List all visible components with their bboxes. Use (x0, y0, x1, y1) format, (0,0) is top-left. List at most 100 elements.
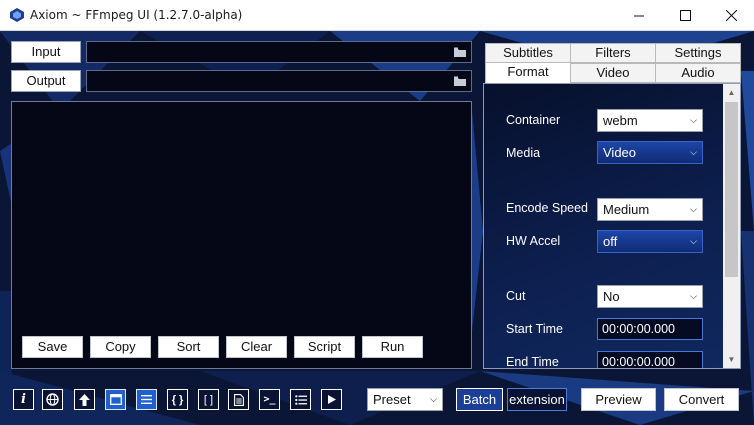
hw-accel-select[interactable]: off ⌵ (597, 230, 703, 253)
end-time-value: 00:00:00.000 (602, 355, 675, 369)
tab-settings-label: Settings (674, 45, 722, 60)
tab-video[interactable]: Video (570, 63, 656, 83)
container-value: webm (603, 113, 638, 128)
maximize-button[interactable] (662, 0, 708, 31)
scrollbar-thumb[interactable] (725, 102, 738, 277)
copy-button[interactable]: Copy (90, 336, 151, 358)
folder-icon[interactable] (454, 76, 466, 86)
output-button[interactable]: Output (11, 70, 81, 92)
batch-toggle[interactable]: Batch (456, 388, 503, 411)
run-button[interactable]: Run (362, 336, 423, 358)
log-button[interactable] (228, 389, 249, 410)
script-label: Script (307, 339, 342, 354)
input-label: Input (31, 44, 61, 59)
brackets-icon: [ ] (203, 393, 214, 406)
minimize-button[interactable] (616, 0, 662, 31)
app-logo-icon (10, 8, 24, 22)
tab-subtitles-label: Subtitles (503, 45, 553, 60)
document-icon (233, 393, 244, 406)
tab-format[interactable]: Format (485, 62, 571, 83)
minimize-icon (633, 15, 644, 17)
sort-button[interactable]: Sort (158, 336, 219, 358)
list-icon (294, 394, 307, 405)
preview-label: Preview (595, 392, 642, 407)
preset-select[interactable]: Preset ⌵ (367, 388, 443, 411)
close-button[interactable] (708, 0, 754, 31)
extension-value: extension (509, 392, 565, 407)
chevron-down-icon: ⌵ (430, 394, 437, 404)
play-icon (327, 395, 336, 404)
input-path-field[interactable] (86, 41, 472, 63)
tab-filters[interactable]: Filters (570, 43, 656, 63)
container-select[interactable]: webm ⌵ (597, 109, 703, 132)
update-button[interactable] (74, 389, 95, 410)
braces-button[interactable]: { } (167, 389, 188, 410)
panel-scrollbar[interactable]: ▲ ▼ (723, 84, 740, 368)
start-time-label: Start Time (506, 322, 563, 336)
menu-button[interactable] (136, 389, 157, 410)
menu-icon (141, 395, 152, 404)
save-button[interactable]: Save (22, 336, 83, 358)
media-value: Video (603, 145, 637, 160)
scroll-down-icon[interactable]: ▼ (723, 351, 740, 368)
input-button[interactable]: Input (11, 41, 81, 63)
save-label: Save (37, 339, 68, 354)
sort-label: Sort (176, 339, 201, 354)
info-icon: i (21, 392, 26, 407)
encode-speed-select[interactable]: Medium ⌵ (597, 198, 703, 221)
scroll-up-icon[interactable]: ▲ (723, 84, 740, 101)
folder-icon[interactable] (454, 47, 466, 57)
tab-audio[interactable]: Audio (655, 63, 741, 83)
chevron-down-icon: ⌵ (690, 147, 697, 157)
copy-label: Copy (105, 339, 136, 354)
window-icon (109, 394, 122, 405)
tab-video-label: Video (596, 65, 630, 80)
clear-button[interactable]: Clear (226, 336, 287, 358)
terminal-icon: >_ (263, 394, 276, 405)
hw-accel-label: HW Accel (506, 234, 561, 248)
chevron-down-icon: ⌵ (690, 236, 697, 246)
globe-icon (46, 393, 59, 406)
encode-speed-label: Encode Speed (506, 201, 589, 215)
convert-button[interactable]: Convert (664, 388, 739, 411)
preset-value: Preset (373, 392, 411, 407)
preview-button[interactable]: Preview (581, 388, 656, 411)
format-panel: Container webm ⌵ Media Video ⌵ Encode Sp… (483, 83, 741, 369)
window-mode-button[interactable] (105, 389, 126, 410)
maximize-icon (679, 10, 691, 21)
tab-filters-label: Filters (595, 45, 631, 60)
end-time-input[interactable]: 00:00:00.000 (597, 351, 703, 369)
chevron-down-icon: ⌵ (690, 204, 697, 214)
hw-accel-value: off (603, 234, 618, 249)
batch-label: Batch (462, 392, 497, 407)
title-bar: Axiom ~ FFmpeg UI (1.2.7.0-alpha) (0, 0, 754, 31)
cut-label: Cut (506, 289, 526, 303)
tab-settings[interactable]: Settings (655, 43, 741, 63)
tab-subtitles[interactable]: Subtitles (485, 43, 571, 63)
tab-audio-label: Audio (681, 65, 715, 80)
close-icon (725, 10, 737, 21)
info-button[interactable]: i (13, 389, 34, 410)
script-button[interactable]: Script (294, 336, 355, 358)
brackets-button[interactable]: [ ] (198, 389, 219, 410)
extension-input[interactable]: extension (507, 388, 567, 411)
media-label: Media (506, 146, 541, 160)
cut-value: No (603, 289, 620, 304)
braces-icon: { } (171, 393, 184, 406)
console-output[interactable] (11, 101, 472, 369)
website-button[interactable] (42, 389, 63, 410)
media-select[interactable]: Video ⌵ (597, 141, 703, 164)
play-button[interactable] (321, 389, 342, 410)
terminal-button[interactable]: >_ (259, 389, 280, 410)
output-label: Output (26, 73, 66, 88)
container-label: Container (506, 113, 561, 127)
start-time-input[interactable]: 00:00:00.000 (597, 318, 703, 340)
clear-label: Clear (240, 339, 273, 354)
run-label: Run (380, 339, 405, 354)
encode-speed-value: Medium (603, 202, 650, 217)
cut-select[interactable]: No ⌵ (597, 285, 703, 308)
convert-label: Convert (678, 392, 725, 407)
output-path-field[interactable] (86, 70, 472, 92)
list-button[interactable] (290, 389, 311, 410)
chevron-down-icon: ⌵ (690, 115, 697, 125)
